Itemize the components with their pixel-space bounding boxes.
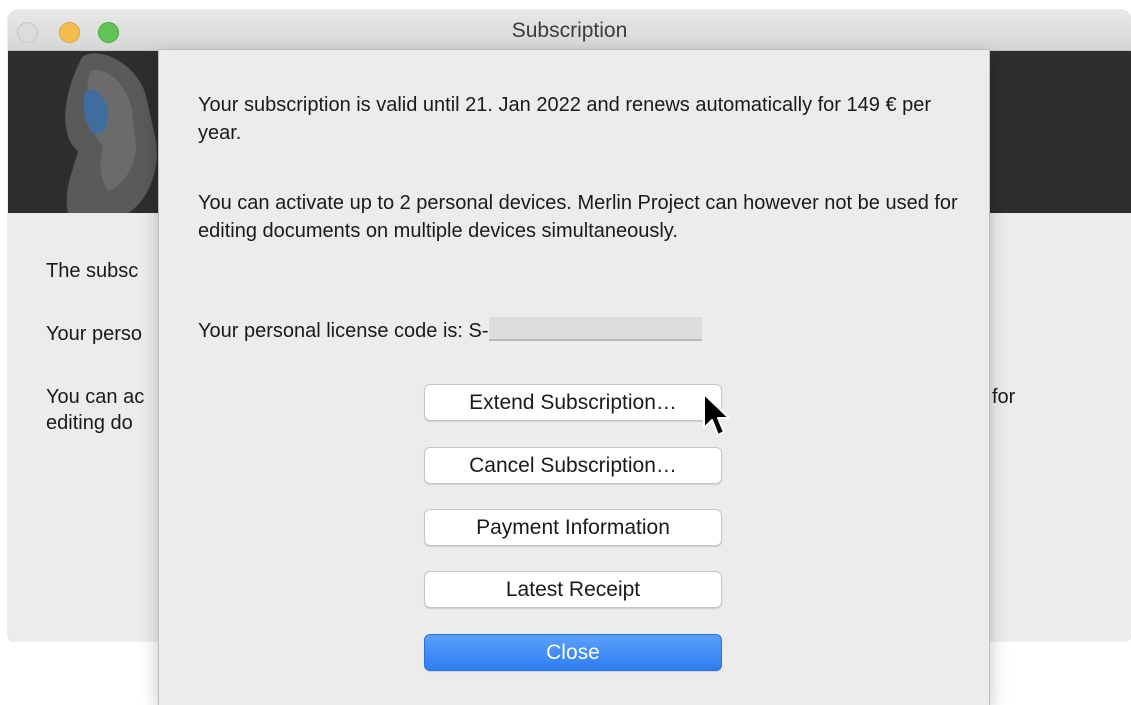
app-logo-icon [65, 53, 157, 213]
mouse-pointer-icon [703, 393, 730, 436]
title-bar[interactable]: Subscription [8, 10, 1131, 51]
window-title: Subscription [511, 19, 628, 42]
license-code-row: Your personal license code is: S- [198, 317, 958, 345]
background-text-4: editing do [46, 412, 133, 434]
extend-subscription-button[interactable]: Extend Subscription… [424, 384, 722, 421]
license-code-label: Your personal license code is: S- [198, 320, 489, 342]
latest-receipt-button[interactable]: Latest Receipt [424, 571, 722, 608]
cancel-subscription-button[interactable]: Cancel Subscription… [424, 447, 722, 484]
license-code-redacted [488, 317, 702, 341]
close-button[interactable]: Close [424, 634, 722, 671]
subscription-status-text: Your subscription is valid until 21. Jan… [198, 94, 932, 144]
payment-information-button[interactable]: Payment Information [424, 509, 722, 546]
device-activation-text: You can activate up to 2 personal device… [198, 192, 958, 242]
subscription-sheet: Your subscription is valid until 21. Jan… [159, 50, 989, 705]
background-text-2: Your perso [46, 323, 142, 345]
background-text-3-tail: for [992, 386, 1016, 408]
background-text-3: You can ac [46, 386, 145, 408]
background-text-1: The subsc [46, 260, 139, 282]
